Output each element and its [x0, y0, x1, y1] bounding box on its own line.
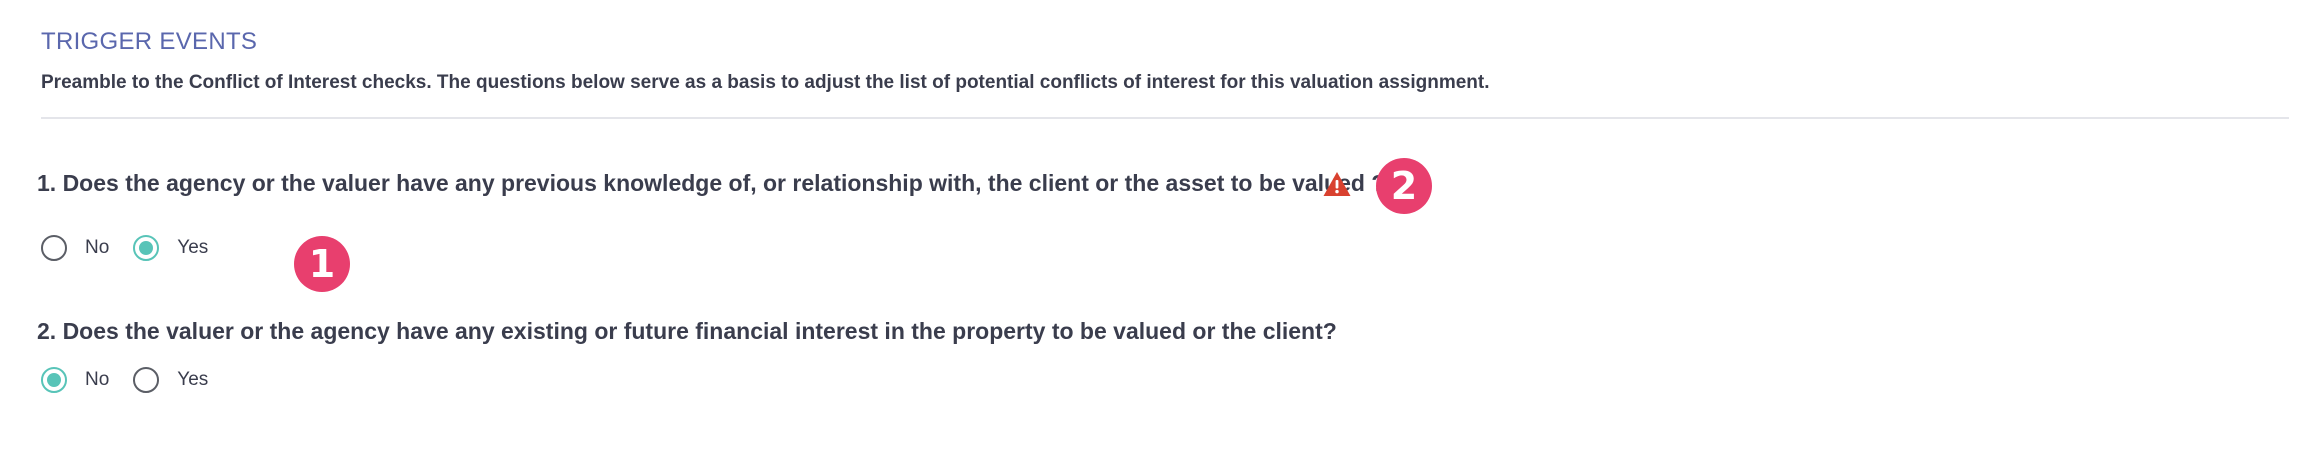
warning-triangle-icon [1323, 172, 1351, 196]
question-1-radio-group: No Yes [41, 231, 232, 265]
question-1-option-yes[interactable]: Yes [133, 235, 208, 261]
radio-button-checked[interactable] [41, 367, 67, 393]
radio-label-yes: Yes [177, 369, 209, 390]
annotation-badge-1: 1 [294, 236, 350, 292]
annotation-badge-2: 2 [1376, 158, 1432, 214]
radio-button-checked[interactable] [133, 235, 160, 261]
radio-label-no: No [85, 237, 110, 258]
question-2-text: 2. Does the valuer or the agency have an… [37, 318, 1337, 344]
section-title: TRIGGER EVENTS [41, 28, 258, 55]
trigger-events-panel: TRIGGER EVENTS Preamble to the Conflict … [0, 0, 2320, 466]
preamble-text: Preamble to the Conflict of Interest che… [41, 72, 1490, 93]
question-2-option-no[interactable]: No [41, 367, 109, 393]
section-divider [41, 117, 2289, 119]
radio-label-yes: Yes [177, 237, 209, 258]
question-2-radio-group: No Yes [41, 363, 232, 397]
question-1-text: 1. Does the agency or the valuer have an… [37, 170, 1386, 196]
radio-button-unchecked[interactable] [41, 235, 67, 261]
radio-button-unchecked[interactable] [133, 367, 160, 393]
radio-label-no: No [85, 369, 110, 390]
question-1-option-no[interactable]: No [41, 235, 109, 261]
question-2-option-yes[interactable]: Yes [133, 367, 208, 393]
